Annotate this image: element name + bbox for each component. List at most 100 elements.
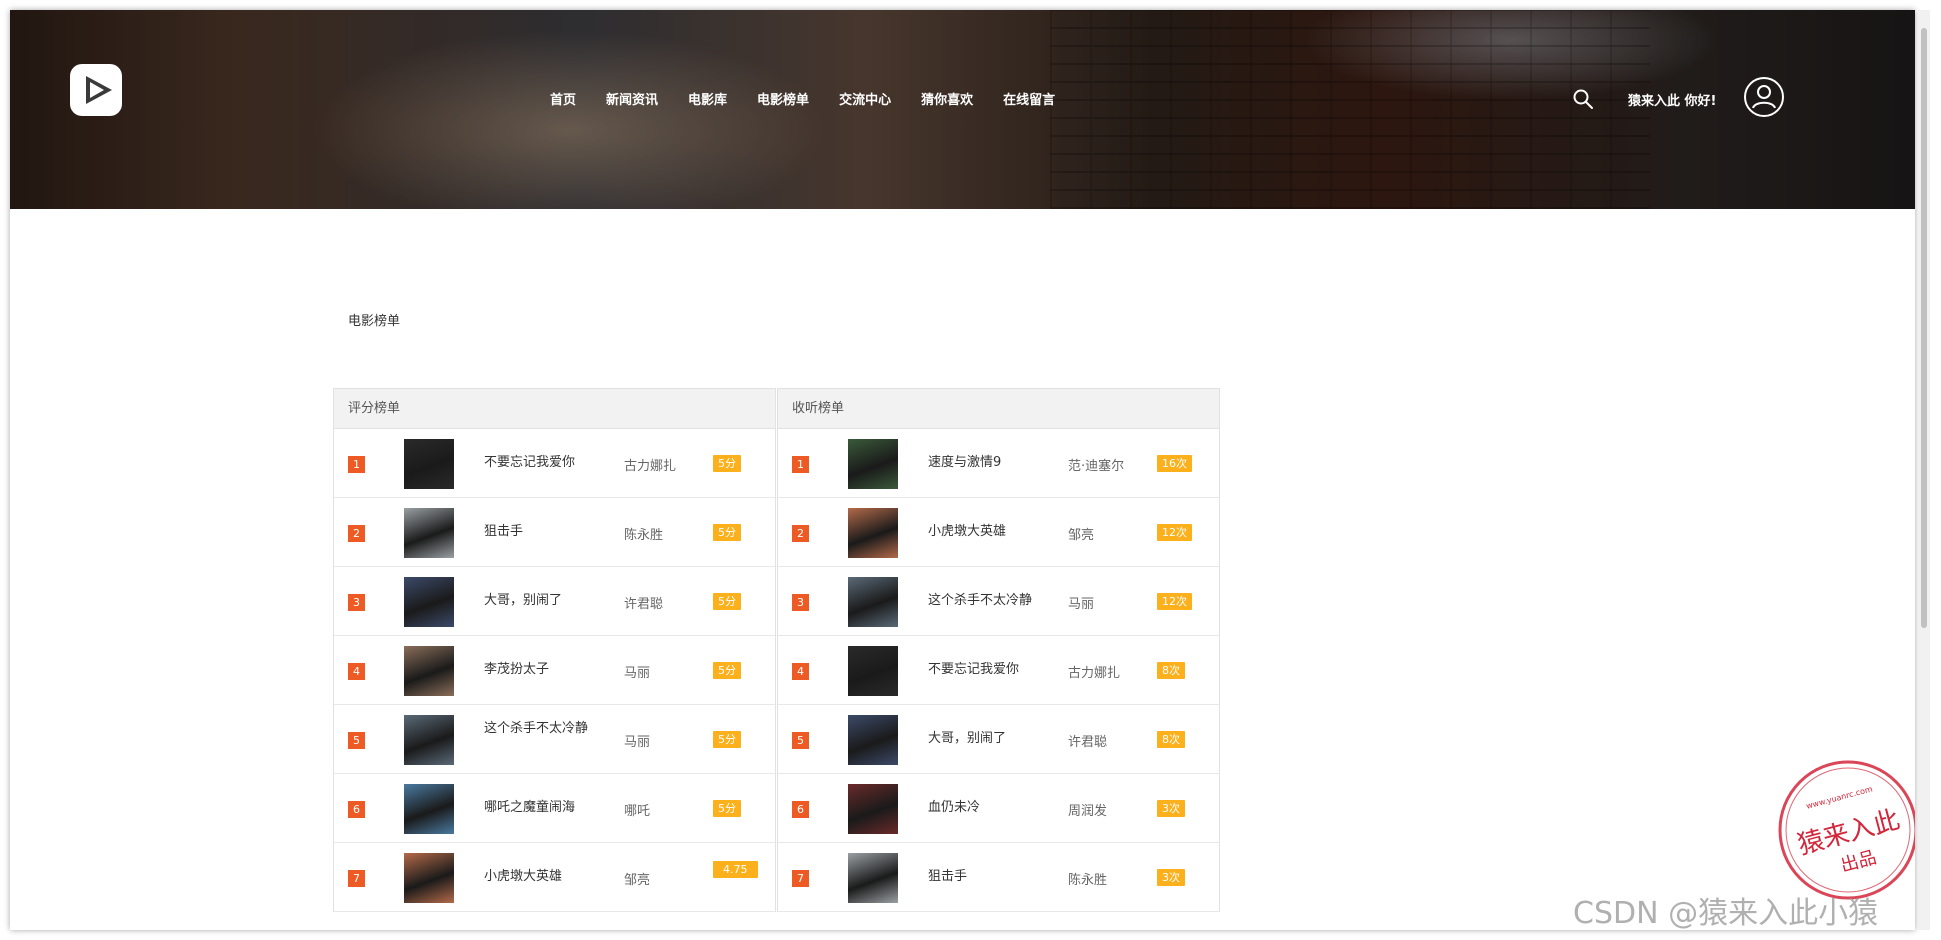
movie-actor: 马丽 [624, 666, 651, 681]
movie-title[interactable]: 速度与激情9 [928, 453, 1040, 473]
listen-count-tag: 8次 [1157, 731, 1185, 748]
user-avatar-icon[interactable] [1743, 76, 1785, 118]
movie-poster[interactable] [404, 577, 454, 627]
movie-poster[interactable] [848, 784, 898, 834]
movie-poster[interactable] [404, 715, 454, 765]
page-scrollbar[interactable] [1918, 10, 1930, 930]
ranking-tables: 评分榜单 1 不要忘记我爱你 古力娜扎 5分 2 狙击手 陈永胜 5分 3 大哥，别闹了 许君聪 5分… [333, 388, 1220, 912]
movie-poster[interactable] [848, 577, 898, 627]
table-row[interactable]: 2 狙击手 陈永胜 5分 [334, 498, 775, 567]
movie-title[interactable]: 哪吒之魔童闹海 [484, 798, 596, 818]
rank-badge: 4 [792, 663, 809, 680]
table-row[interactable]: 4 不要忘记我爱你 古力娜扎 8次 [778, 636, 1219, 705]
movie-title[interactable]: 这个杀手不太冷静 [928, 591, 1040, 611]
nav-message[interactable]: 在线留言 [1003, 89, 1055, 108]
table-row[interactable]: 1 不要忘记我爱你 古力娜扎 5分 [334, 429, 775, 498]
score-ranking-table: 评分榜单 1 不要忘记我爱你 古力娜扎 5分 2 狙击手 陈永胜 5分 3 大哥，别闹了 许君聪 5分… [333, 388, 776, 912]
movie-title[interactable]: 不要忘记我爱你 [928, 660, 1040, 680]
movie-title[interactable]: 这个杀手不太冷静 [484, 719, 596, 739]
search-icon[interactable] [1572, 88, 1594, 110]
rank-badge: 2 [792, 525, 809, 542]
listen-count-tag: 3次 [1157, 869, 1185, 886]
movie-poster[interactable] [848, 853, 898, 903]
user-greeting[interactable]: 猿来入此 你好! [1628, 90, 1716, 109]
movie-actor: 范·迪塞尔 [1068, 459, 1125, 474]
table-row[interactable]: 7 狙击手 陈永胜 3次 [778, 843, 1219, 912]
movie-poster[interactable] [404, 439, 454, 489]
rank-badge: 3 [792, 594, 809, 611]
rank-badge: 4 [348, 663, 365, 680]
listen-count-tag: 3次 [1157, 800, 1185, 817]
movie-actor: 陈永胜 [1068, 873, 1108, 888]
table-row[interactable]: 3 大哥，别闹了 许君聪 5分 [334, 567, 775, 636]
movie-title[interactable]: 大哥，别闹了 [928, 729, 1040, 749]
score-tag: 5分 [713, 593, 741, 610]
nav-home[interactable]: 首页 [550, 89, 576, 108]
svg-text:猿来入此: 猿来入此 [1795, 805, 1903, 861]
table-row[interactable]: 7 小虎墩大英雄 邹亮 4.75 [334, 843, 775, 912]
movie-actor: 马丽 [1068, 597, 1095, 612]
header-banner: 首页 新闻资讯 电影库 电影榜单 交流中心 猜你喜欢 在线留言 猿来入此 你好! [10, 10, 1915, 209]
score-tag: 5分 [713, 800, 741, 817]
listen-count-tag: 12次 [1157, 524, 1192, 541]
table-row[interactable]: 4 李茂扮太子 马丽 5分 [334, 636, 775, 705]
movie-poster[interactable] [848, 508, 898, 558]
listen-table-header: 收听榜单 [778, 389, 1219, 429]
score-table-header: 评分榜单 [334, 389, 775, 429]
table-row[interactable]: 6 血仍未冷 周润发 3次 [778, 774, 1219, 843]
rank-badge: 6 [348, 801, 365, 818]
svg-text:www.yuanrc.com: www.yuanrc.com [1805, 784, 1874, 810]
movie-poster[interactable] [404, 508, 454, 558]
rank-badge: 7 [792, 870, 809, 887]
nav-recommend[interactable]: 猜你喜欢 [921, 89, 973, 108]
score-tag: 5分 [713, 455, 741, 472]
movie-poster[interactable] [848, 646, 898, 696]
logo-play-icon[interactable] [68, 62, 124, 118]
movie-actor: 陈永胜 [624, 528, 664, 543]
score-tag: 5分 [713, 662, 741, 679]
movie-actor: 周润发 [1068, 804, 1108, 819]
rank-badge: 6 [792, 801, 809, 818]
table-row[interactable]: 3 这个杀手不太冷静 马丽 12次 [778, 567, 1219, 636]
movie-title[interactable]: 不要忘记我爱你 [484, 453, 596, 473]
movie-actor: 古力娜扎 [1068, 666, 1121, 681]
nav-movie-ranking[interactable]: 电影榜单 [757, 89, 809, 108]
movie-title[interactable]: 大哥，别闹了 [484, 591, 596, 611]
table-row[interactable]: 6 哪吒之魔童闹海 哪吒 5分 [334, 774, 775, 843]
listen-count-tag: 12次 [1157, 593, 1192, 610]
movie-poster[interactable] [404, 853, 454, 903]
main-nav: 首页 新闻资讯 电影库 电影榜单 交流中心 猜你喜欢 在线留言 [550, 89, 1085, 108]
movie-actor: 邹亮 [624, 873, 651, 888]
movie-actor: 许君聪 [624, 597, 664, 612]
score-tag: 4.75 [713, 861, 758, 878]
movie-title[interactable]: 李茂扮太子 [484, 660, 596, 680]
listen-count-tag: 16次 [1157, 455, 1192, 472]
nav-forum[interactable]: 交流中心 [839, 89, 891, 108]
nav-movie-library[interactable]: 电影库 [688, 89, 727, 108]
table-row[interactable]: 2 小虎墩大英雄 邹亮 12次 [778, 498, 1219, 567]
score-tag: 5分 [713, 524, 741, 541]
rank-badge: 5 [792, 732, 809, 749]
table-row[interactable]: 1 速度与激情9 范·迪塞尔 16次 [778, 429, 1219, 498]
movie-actor: 哪吒 [624, 804, 651, 819]
svg-text:出品: 出品 [1838, 847, 1878, 877]
movie-poster[interactable] [848, 439, 898, 489]
movie-title[interactable]: 小虎墩大英雄 [484, 867, 596, 887]
listen-ranking-table: 收听榜单 1 速度与激情9 范·迪塞尔 16次 2 小虎墩大英雄 邹亮 12次 3 这个杀手不太冷… [777, 388, 1220, 912]
movie-title[interactable]: 狙击手 [484, 522, 596, 542]
movie-poster[interactable] [404, 784, 454, 834]
movie-title[interactable]: 血仍未冷 [928, 798, 1040, 818]
listen-count-tag: 8次 [1157, 662, 1185, 679]
movie-poster[interactable] [848, 715, 898, 765]
table-row[interactable]: 5 大哥，别闹了 许君聪 8次 [778, 705, 1219, 774]
movie-actor: 邹亮 [1068, 528, 1095, 543]
rank-badge: 2 [348, 525, 365, 542]
movie-poster[interactable] [404, 646, 454, 696]
nav-news[interactable]: 新闻资讯 [606, 89, 658, 108]
movie-title[interactable]: 狙击手 [928, 867, 1040, 887]
rank-badge: 7 [348, 870, 365, 887]
table-row[interactable]: 5 这个杀手不太冷静 马丽 5分 [334, 705, 775, 774]
score-tag: 5分 [713, 731, 741, 748]
movie-title[interactable]: 小虎墩大英雄 [928, 522, 1040, 542]
rank-badge: 5 [348, 732, 365, 749]
